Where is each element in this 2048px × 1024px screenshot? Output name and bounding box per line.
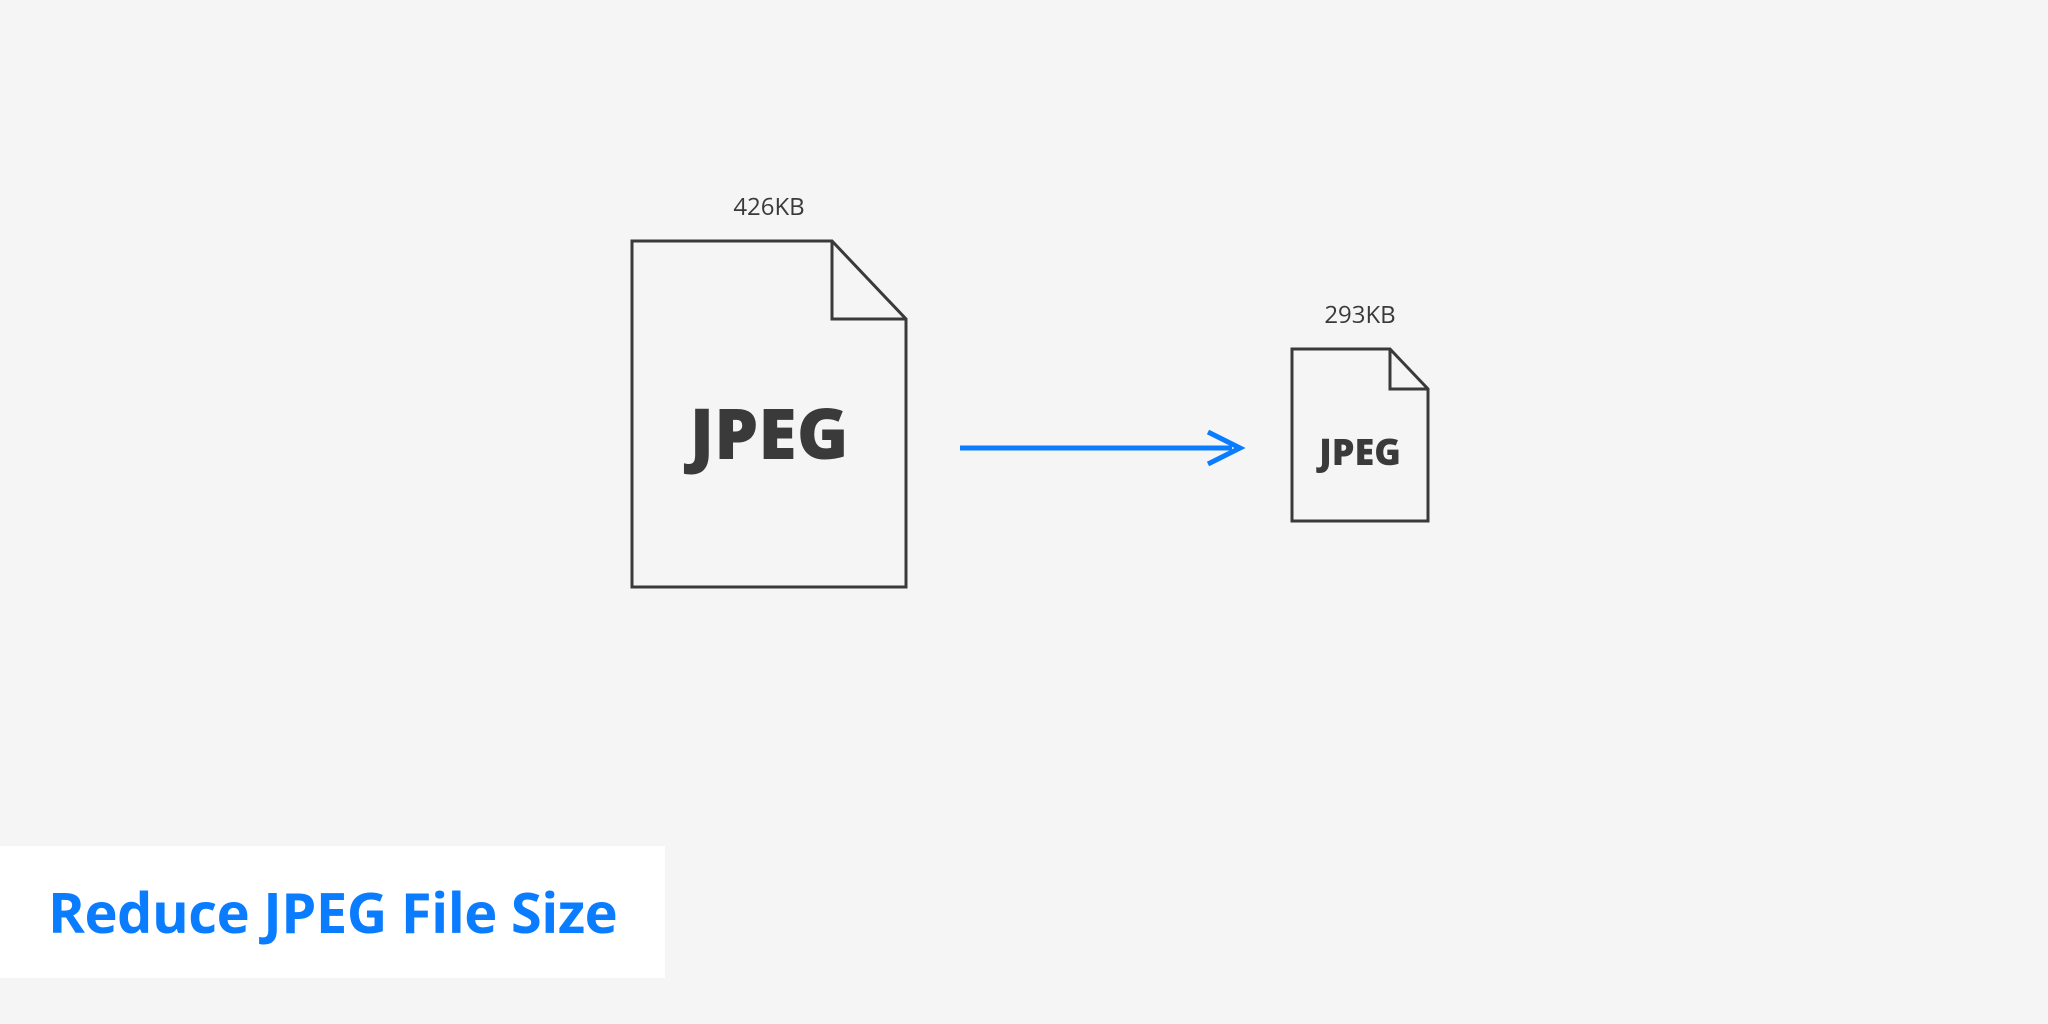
arrow-right-icon (956, 428, 1246, 468)
source-file-format-label: JPEG (683, 384, 848, 480)
jpeg-file-large-icon: JPEG (630, 239, 908, 589)
source-file-size-label: 426KB (733, 190, 804, 223)
title-panel: Reduce JPEG File Size (0, 846, 665, 978)
result-file-size-label: 293KB (1324, 298, 1395, 331)
page-title: Reduce JPEG File Size (48, 874, 617, 950)
jpeg-file-small-icon: JPEG (1290, 347, 1430, 523)
result-file-group: 293KB JPEG (1290, 298, 1430, 523)
result-file-format-label: JPEG (1316, 427, 1401, 476)
source-file-group: 426KB JPEG (630, 190, 908, 589)
